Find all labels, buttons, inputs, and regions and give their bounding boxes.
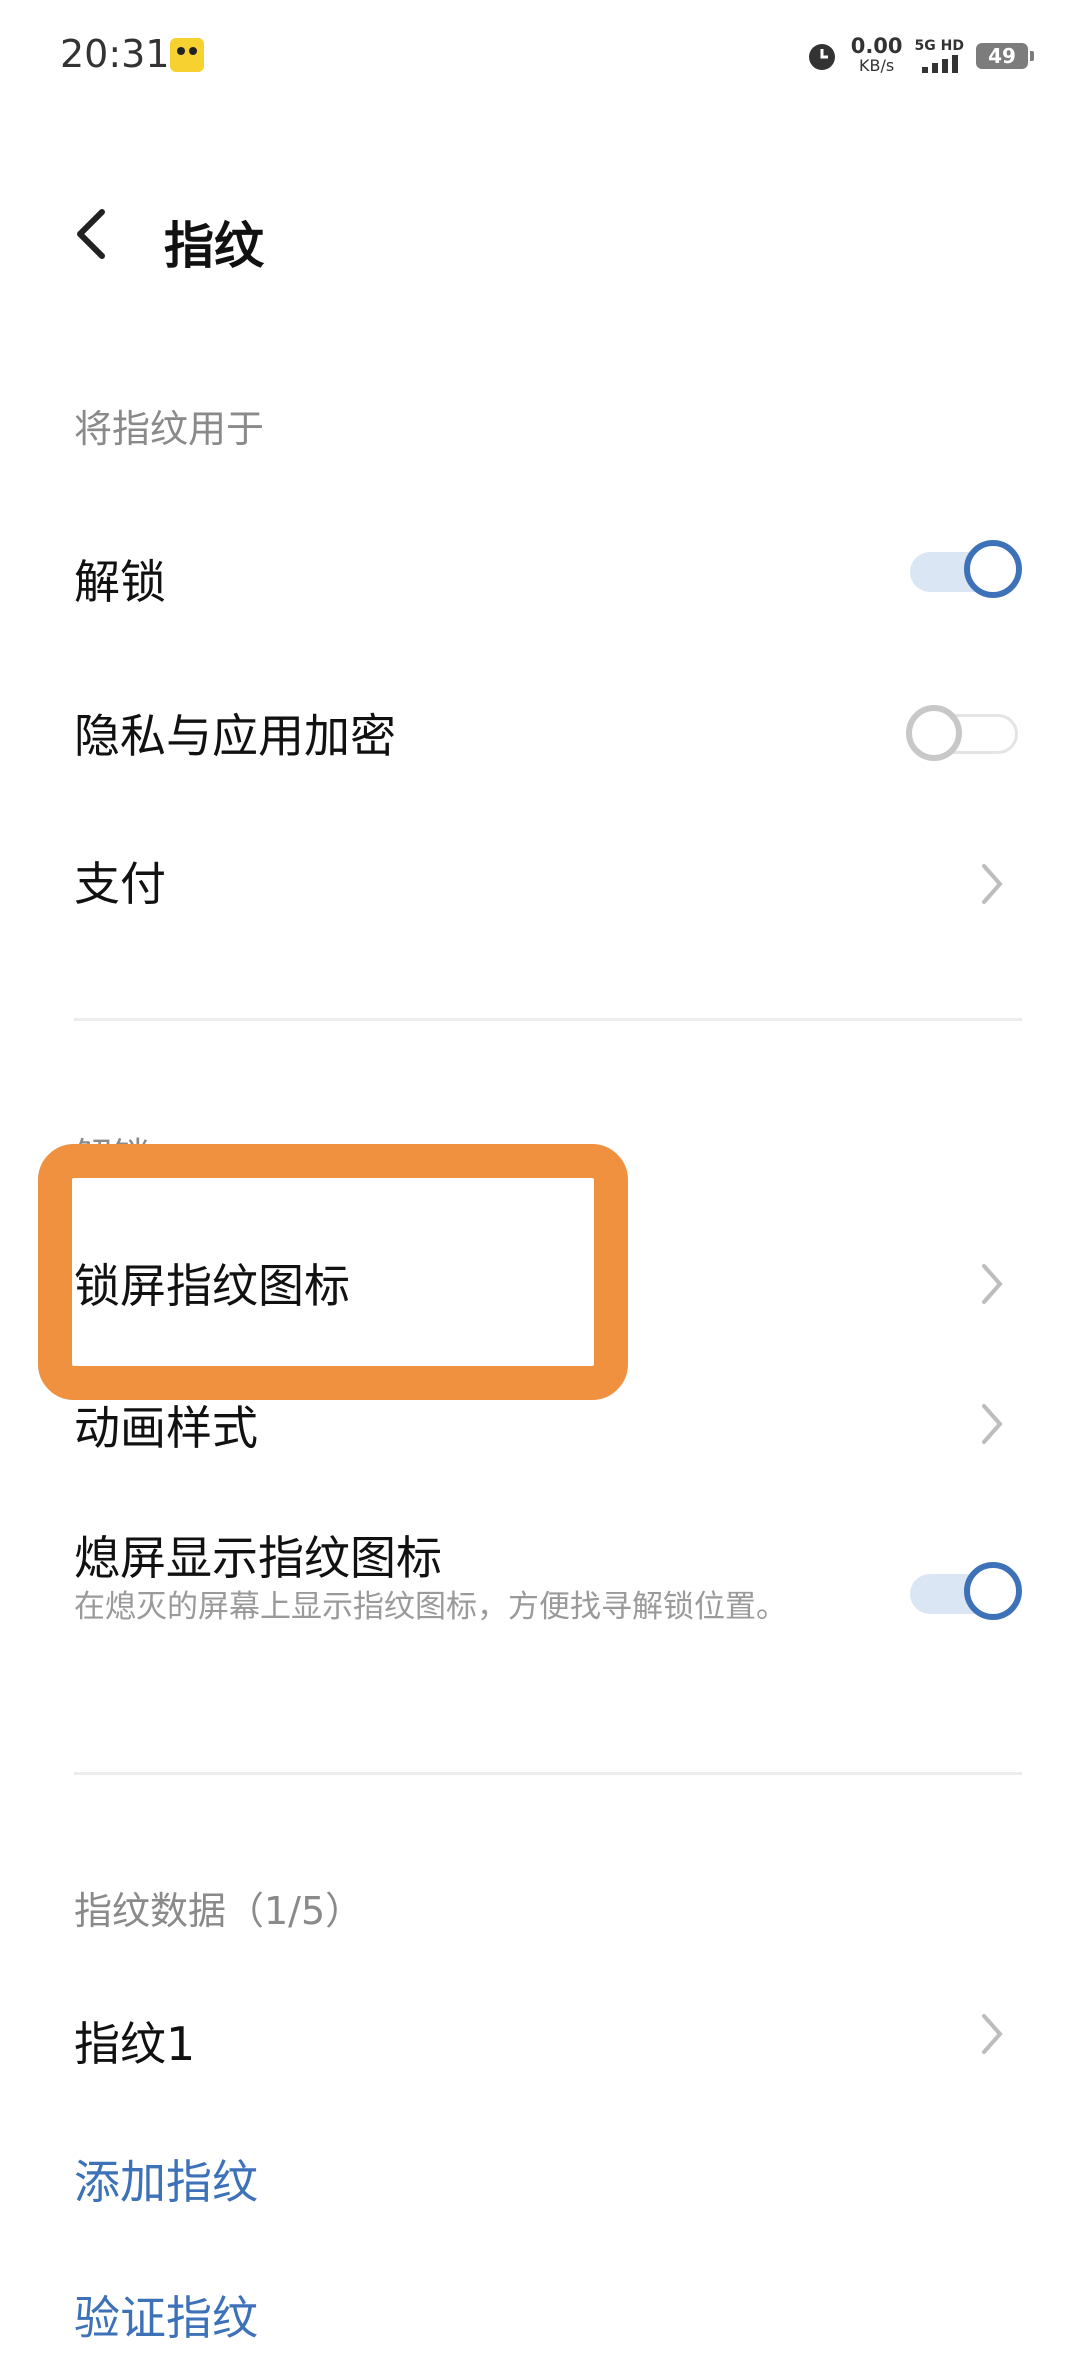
page-title: 指纹 (164, 217, 264, 275)
signal-indicator: 5G HD (915, 38, 964, 74)
status-indicators: 0.00 KB/s 5G HD 49 (805, 34, 1034, 78)
alarm-clock-icon (808, 44, 835, 70)
row-payment-label[interactable]: 支付 (74, 848, 166, 914)
section-label-fingerprint-data: 指纹数据（1/5） (74, 1889, 364, 1933)
status-time: 20:31 (60, 32, 170, 76)
app-notification-icon (170, 38, 204, 72)
back-arrow-icon[interactable] (70, 206, 110, 262)
network-speed-value: 0.00 (850, 34, 903, 58)
lockscreen-icon-chevron-right-icon[interactable] (980, 1262, 1004, 1306)
privacy-encryption-toggle[interactable] (902, 702, 1026, 766)
verify-fingerprint-link[interactable]: 验证指纹 (74, 2282, 258, 2348)
network-speed-unit: KB/s (859, 56, 895, 75)
row-animation-style-label[interactable]: 动画样式 (74, 1392, 258, 1458)
network-type-label: 5G HD (914, 38, 964, 54)
row-lockscreen-fingerprint-icon-label[interactable]: 锁屏指纹图标 (74, 1250, 350, 1316)
row-aod-fingerprint-icon-label[interactable]: 熄屏显示指纹图标 (74, 1522, 442, 1588)
section-divider (74, 1018, 1022, 1021)
animation-style-chevron-right-icon[interactable] (980, 1402, 1004, 1446)
signal-bars-icon (922, 55, 958, 73)
unlock-toggle[interactable] (902, 540, 1026, 604)
row-privacy-encryption-label[interactable]: 隐私与应用加密 (74, 700, 396, 766)
battery-indicator: 49 (976, 43, 1034, 69)
payment-chevron-right-icon[interactable] (980, 862, 1004, 906)
section-divider (74, 1772, 1022, 1775)
add-fingerprint-link[interactable]: 添加指纹 (74, 2146, 258, 2212)
section-label-use-for: 将指纹用于 (74, 407, 265, 451)
aod-fingerprint-toggle[interactable] (902, 1562, 1026, 1626)
network-speed: 0.00 KB/s (851, 36, 903, 76)
fingerprint-1-chevron-right-icon[interactable] (980, 2012, 1004, 2056)
aod-fingerprint-description: 在熄灭的屏幕上显示指纹图标，方便找寻解锁位置。 (74, 1589, 787, 1625)
row-fingerprint-1-label[interactable]: 指纹1 (74, 2008, 195, 2074)
row-unlock-label[interactable]: 解锁 (74, 546, 166, 612)
